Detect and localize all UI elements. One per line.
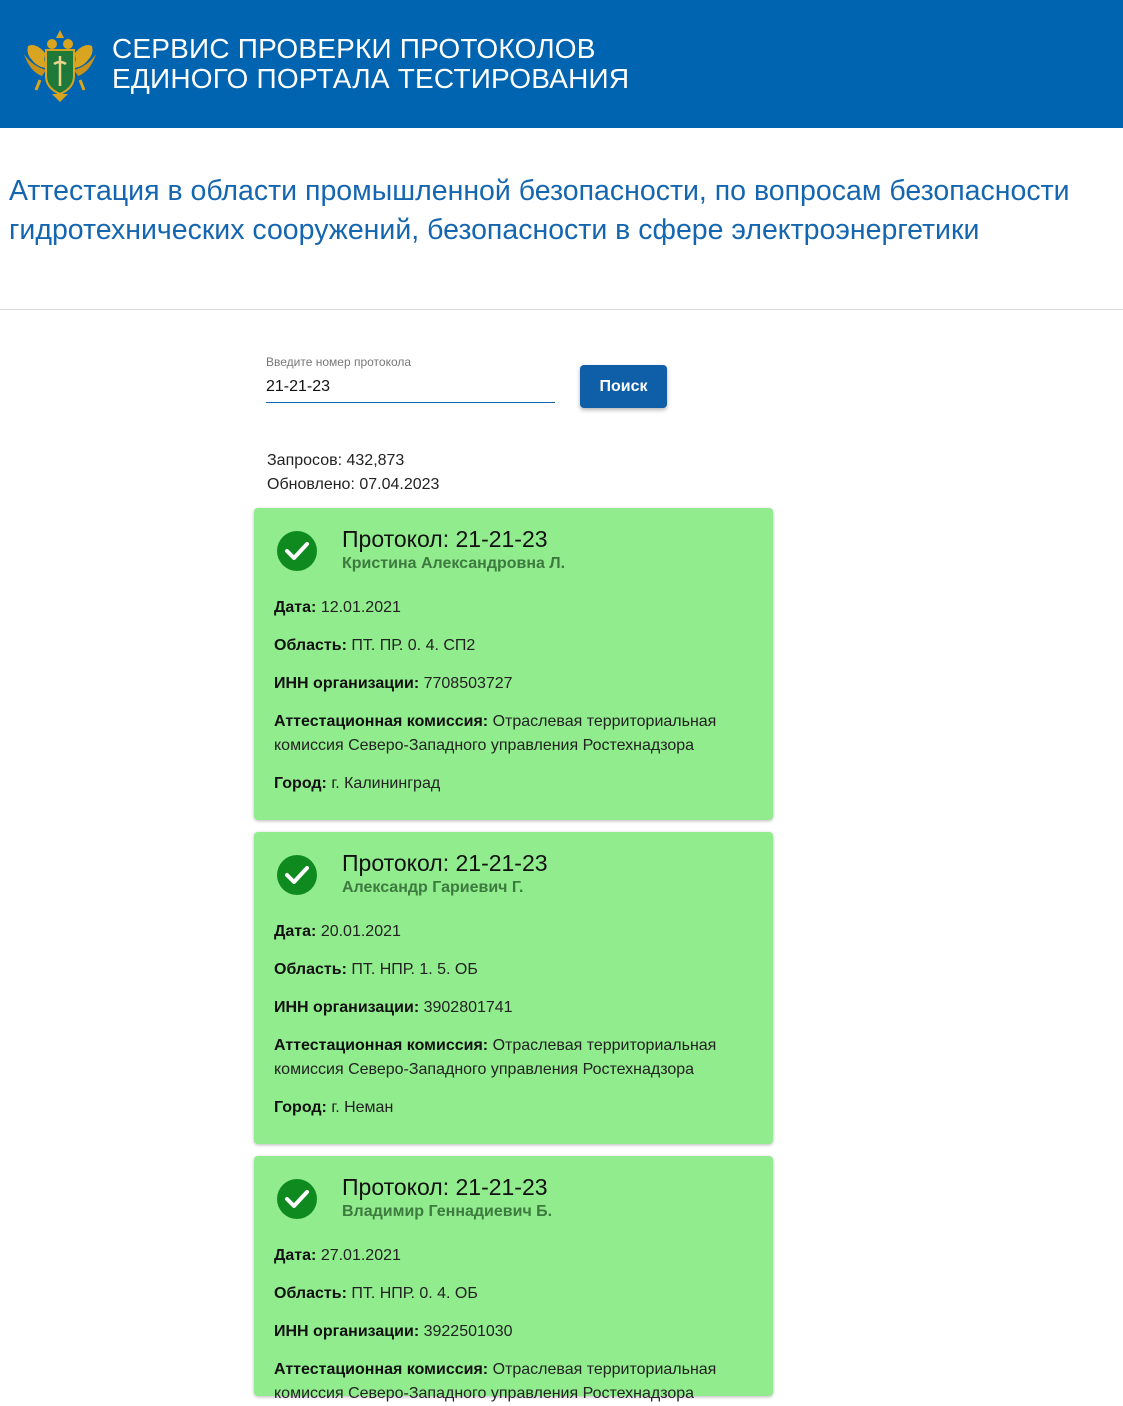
- field-inn: ИНН организации: 7708503727: [274, 672, 753, 696]
- protocol-title: Протокол: 21-21-23: [342, 850, 548, 876]
- field-inn-value: 7708503727: [423, 675, 513, 692]
- protocol-title: Протокол: 21-21-23: [342, 526, 548, 552]
- field-inn: ИНН организации: 3902801741: [274, 996, 753, 1020]
- updated-date: Обновлено: 07.04.2023: [267, 476, 440, 493]
- field-inn-label: ИНН организации:: [274, 999, 420, 1016]
- field-city-label: Город:: [274, 1099, 327, 1116]
- check-circle-icon: [277, 531, 317, 571]
- stats: Запросов: 432,873 Обновлено: 07.04.2023: [267, 449, 439, 497]
- card-header: Протокол: 21-21-23 Александр Гариевич Г.: [274, 848, 753, 920]
- card-header: Протокол: 21-21-23 Владимир Геннадиевич …: [274, 1172, 753, 1244]
- field-date-value: 12.01.2021: [320, 599, 401, 616]
- search-field: Введите номер протокола: [266, 355, 555, 403]
- check-circle-icon: [277, 855, 317, 895]
- field-inn-label: ИНН организации:: [274, 675, 420, 692]
- field-city-value: г. Калининград: [331, 775, 441, 792]
- field-commission: Аттестационная комиссия: Отраслевая терр…: [274, 1358, 753, 1406]
- field-date: Дата: 20.01.2021: [274, 920, 753, 944]
- field-city-value: г. Неман: [331, 1099, 394, 1116]
- field-date: Дата: 27.01.2021: [274, 1244, 753, 1268]
- field-commission: Аттестационная комиссия: Отраслевая терр…: [274, 710, 753, 758]
- protocol-search-input[interactable]: [266, 373, 555, 403]
- field-commission-label: Аттестационная комиссия:: [274, 1361, 489, 1378]
- field-inn: ИНН организации: 3922501030: [274, 1320, 753, 1344]
- result-card: Протокол: 21-21-23 Александр Гариевич Г.…: [254, 832, 773, 1144]
- field-city-label: Город:: [274, 775, 327, 792]
- field-date-label: Дата:: [274, 599, 317, 616]
- field-date-label: Дата:: [274, 1247, 317, 1264]
- field-area-label: Область:: [274, 1285, 347, 1302]
- field-area-value: ПТ. НПР. 1. 5. ОБ: [351, 961, 478, 978]
- field-city: Город: г. Калининград: [274, 772, 753, 796]
- result-card: Протокол: 21-21-23 Владимир Геннадиевич …: [254, 1156, 773, 1402]
- protocol-title: Протокол: 21-21-23: [342, 1174, 548, 1200]
- field-area-value: ПТ. ПР. 0. 4. СП2: [351, 637, 476, 654]
- field-area-label: Область:: [274, 637, 347, 654]
- field-city: Город: г. Неман: [274, 1096, 753, 1120]
- search-button[interactable]: Поиск: [580, 365, 667, 408]
- field-area: Область: ПТ. НПР. 1. 5. ОБ: [274, 958, 753, 982]
- field-commission-label: Аттестационная комиссия:: [274, 713, 489, 730]
- field-area-value: ПТ. НПР. 0. 4. ОБ: [351, 1285, 478, 1302]
- check-circle-icon: [277, 1179, 317, 1219]
- person-name: Александр Гариевич Г.: [342, 879, 524, 896]
- field-date-label: Дата:: [274, 923, 317, 940]
- field-commission: Аттестационная комиссия: Отраслевая терр…: [274, 1034, 753, 1082]
- field-commission-label: Аттестационная комиссия:: [274, 1037, 489, 1054]
- result-card: Протокол: 21-21-23 Кристина Александровн…: [254, 508, 773, 820]
- divider: [0, 309, 1123, 310]
- field-inn-value: 3922501030: [423, 1323, 513, 1340]
- person-name: Владимир Геннадиевич Б.: [342, 1203, 553, 1220]
- field-inn-value: 3902801741: [423, 999, 513, 1016]
- person-name: Кристина Александровна Л.: [342, 555, 566, 572]
- page-title: Аттестация в области промышленной безопа…: [9, 175, 1070, 246]
- field-area-label: Область:: [274, 961, 347, 978]
- field-area: Область: ПТ. ПР. 0. 4. СП2: [274, 634, 753, 658]
- field-date-value: 27.01.2021: [320, 1247, 401, 1264]
- field-date: Дата: 12.01.2021: [274, 596, 753, 620]
- field-inn-label: ИНН организации:: [274, 1323, 420, 1340]
- field-date-value: 20.01.2021: [320, 923, 401, 940]
- requests-count: Запросов: 432,873: [267, 452, 405, 469]
- search-label: Введите номер протокола: [266, 355, 412, 369]
- card-header: Протокол: 21-21-23 Кристина Александровн…: [274, 524, 753, 596]
- field-area: Область: ПТ. НПР. 0. 4. ОБ: [274, 1282, 753, 1306]
